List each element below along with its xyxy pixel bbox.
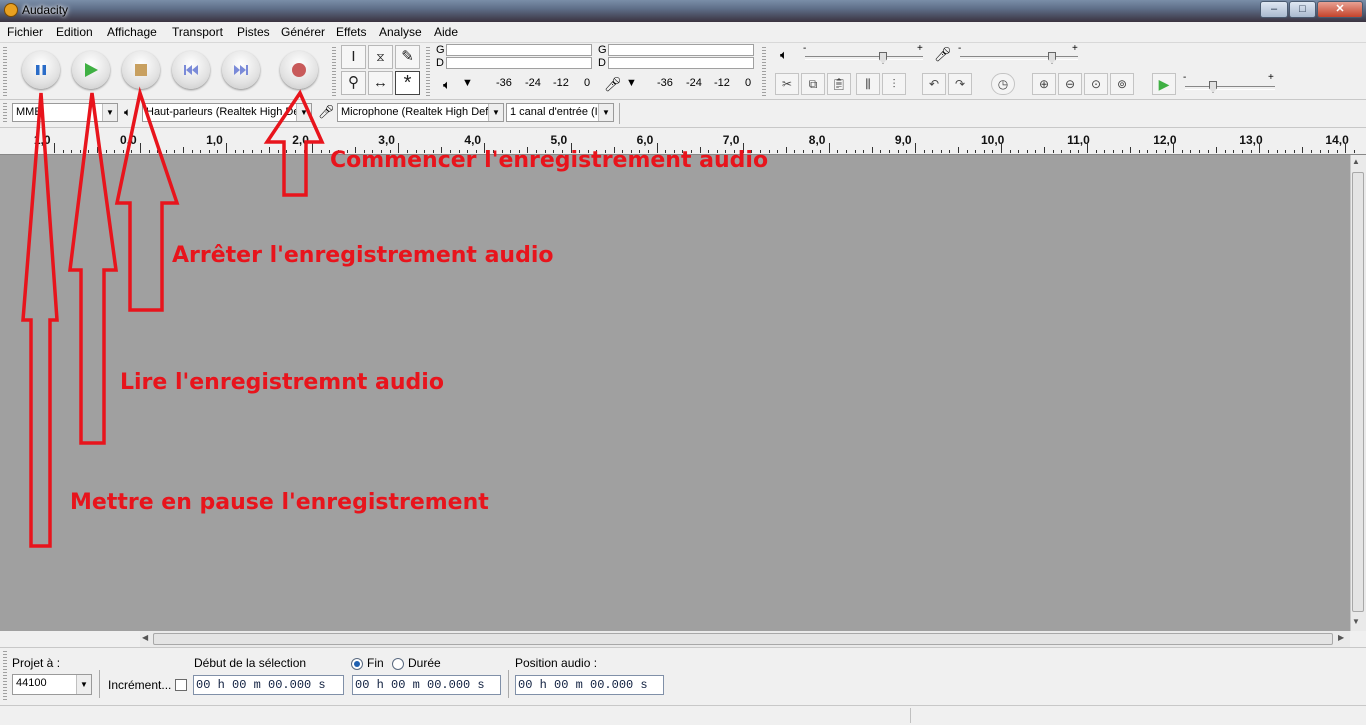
annotation-record: Commencer l'enregistrement audio xyxy=(330,148,769,173)
pause-arrow xyxy=(21,92,59,548)
annotation-pause: Mettre en pause l'enregistrement xyxy=(70,490,489,515)
annotation-stop: Arrêter l'enregistrement audio xyxy=(172,243,554,268)
play-arrow xyxy=(68,92,119,445)
stop-arrow xyxy=(114,86,180,312)
annotation-arrows xyxy=(21,86,325,548)
annotation-play: Lire l'enregistremnt audio xyxy=(120,370,444,395)
record-arrow xyxy=(263,89,325,197)
